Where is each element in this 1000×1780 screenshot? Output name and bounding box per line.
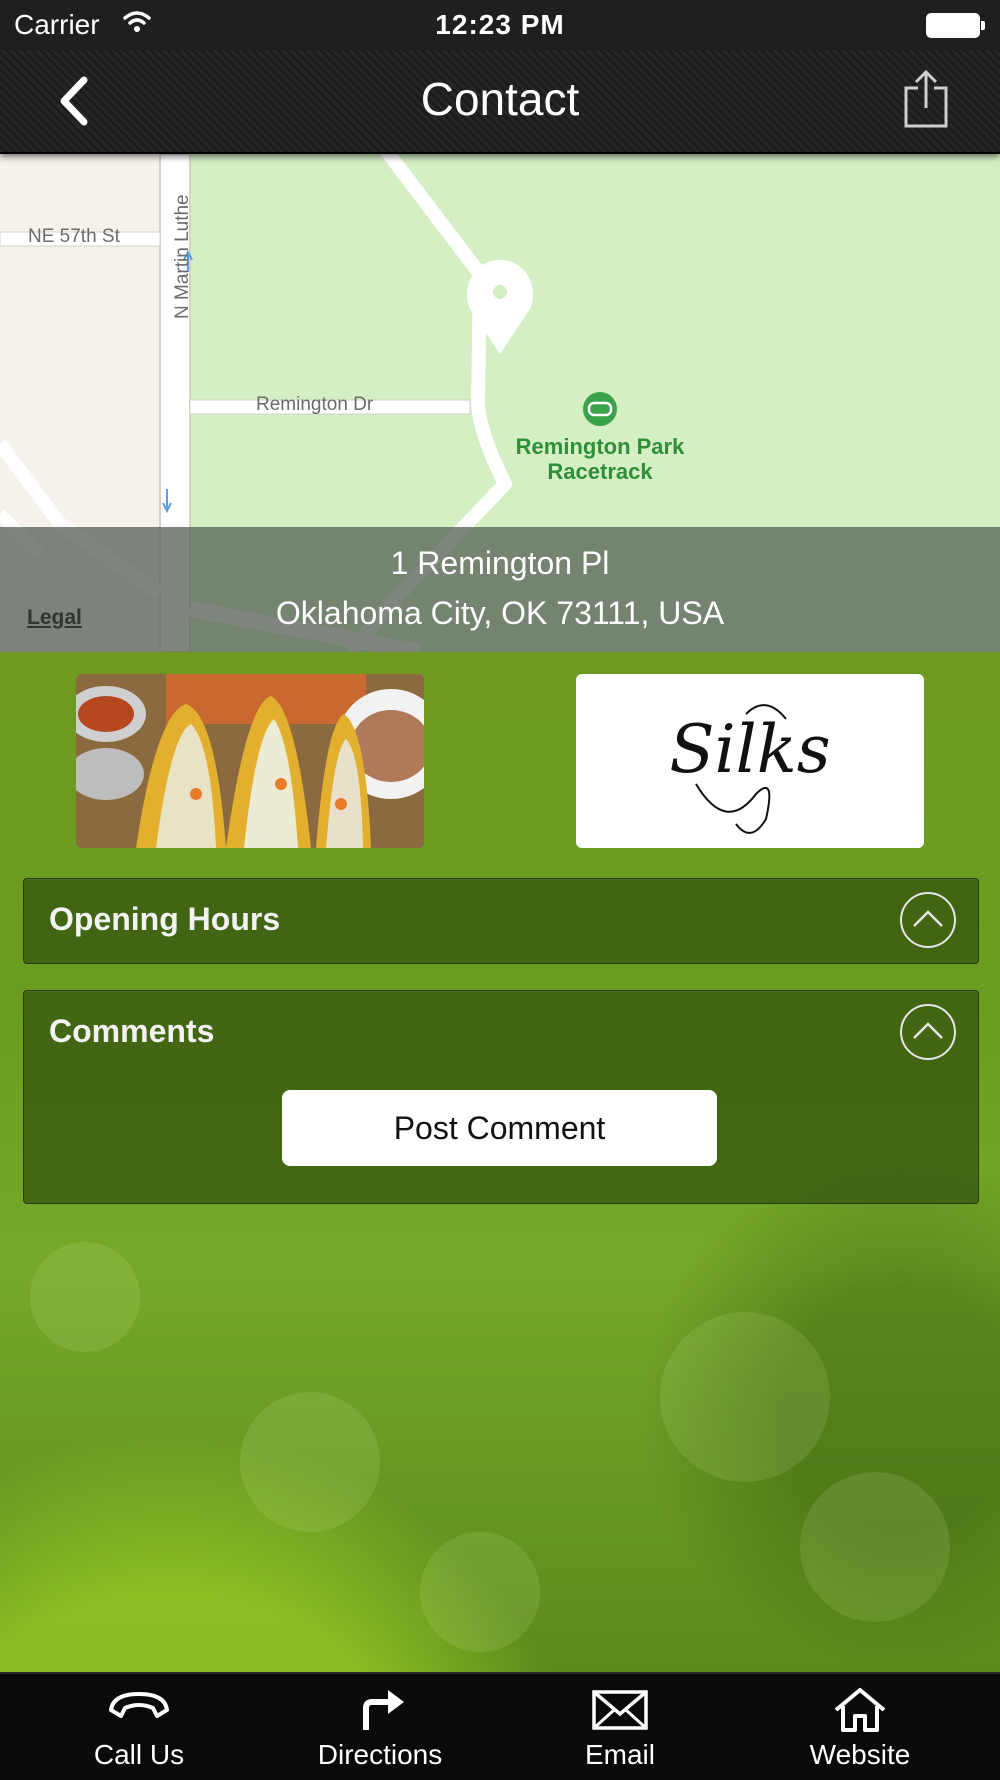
- poi-name-line1: Remington Park: [515, 434, 685, 459]
- street-label-remington-dr: Remington Dr: [256, 394, 374, 415]
- poi-name-line2: Racetrack: [547, 459, 653, 484]
- status-time: 12:23 PM: [435, 9, 565, 40]
- opening-hours-title: Opening Hours: [49, 901, 281, 937]
- bokeh-decoration: [420, 1532, 540, 1652]
- bokeh-decoration: [240, 1392, 380, 1532]
- tab-call-us[interactable]: Call Us: [14, 1674, 264, 1780]
- tab-bar: Call Us Directions Email Website: [0, 1672, 1000, 1780]
- poi-label: Remington Park Racetrack: [490, 434, 710, 484]
- tacos-photo[interactable]: [76, 674, 424, 848]
- share-icon[interactable]: [902, 68, 950, 130]
- tab-email[interactable]: Email: [495, 1674, 745, 1780]
- tab-directions-label: Directions: [317, 1739, 443, 1770]
- silks-logo-mark: Silks: [669, 704, 831, 834]
- tab-call-us-label: Call Us: [93, 1739, 185, 1770]
- post-comment-button[interactable]: Post Comment: [282, 1090, 717, 1166]
- legal-link[interactable]: Legal: [27, 606, 82, 630]
- bokeh-decoration: [660, 1312, 830, 1482]
- chevron-up-circle-icon[interactable]: [900, 892, 956, 948]
- street-label-ne-57th: NE 57th St: [28, 226, 120, 247]
- chevron-up-circle-icon[interactable]: [900, 1004, 956, 1060]
- comments-title: Comments: [49, 1013, 215, 1049]
- nav-bar: Contact: [0, 50, 1000, 154]
- home-icon: [834, 1688, 886, 1732]
- bokeh-decoration: [800, 1472, 950, 1622]
- tacos-illustration: [76, 674, 424, 848]
- address-line2: Oklahoma City, OK 73111, USA: [275, 595, 725, 631]
- address-line1: 1 Remington Pl: [390, 545, 610, 581]
- stadium-icon: [583, 392, 617, 426]
- tab-website-label: Website: [809, 1739, 911, 1770]
- battery-icon: [926, 13, 985, 38]
- phone-icon: [109, 1692, 169, 1718]
- tab-website[interactable]: Website: [735, 1674, 985, 1780]
- tab-directions[interactable]: Directions: [255, 1674, 505, 1780]
- svg-text:Silks: Silks: [669, 711, 830, 788]
- street-label-martin-luther: N Martin Luthe: [172, 194, 193, 319]
- silks-logo[interactable]: Silks: [576, 674, 924, 848]
- bokeh-decoration: [30, 1242, 140, 1352]
- directions-arrow-icon: [363, 1690, 404, 1730]
- page-title: Contact: [420, 73, 580, 125]
- opening-hours-panel[interactable]: Opening Hours: [23, 878, 979, 964]
- status-bar: Carrier 12:23 PM: [0, 0, 1000, 50]
- tab-email-label: Email: [584, 1739, 655, 1770]
- address-overlay: 1 Remington Pl Oklahoma City, OK 73111, …: [0, 527, 1000, 652]
- envelope-icon: [592, 1690, 648, 1730]
